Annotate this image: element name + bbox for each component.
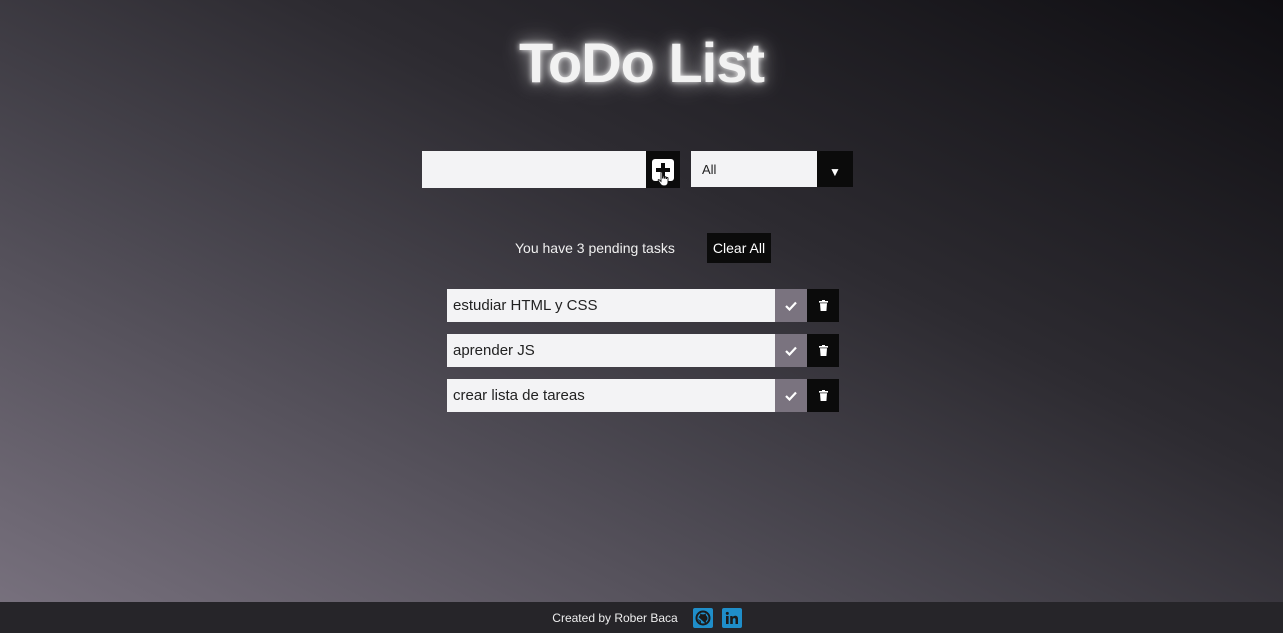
footer: Created by Rober Baca xyxy=(0,602,1283,633)
pending-count-text: You have 3 pending tasks xyxy=(515,240,675,256)
complete-button[interactable] xyxy=(775,334,807,367)
todo-item-text: aprender JS xyxy=(447,334,775,367)
pending-status-row: You have 3 pending tasks Clear All xyxy=(0,233,1283,263)
chevron-down-icon[interactable]: ▼ xyxy=(817,151,853,187)
check-icon xyxy=(785,391,797,401)
linkedin-icon[interactable] xyxy=(721,607,742,628)
trash-icon xyxy=(818,345,828,356)
add-todo-form xyxy=(422,151,680,188)
filter-select[interactable]: All ▼ xyxy=(691,151,853,187)
linkedin-icon xyxy=(725,611,738,624)
clear-all-button[interactable]: Clear All xyxy=(707,233,771,263)
complete-button[interactable] xyxy=(775,289,807,322)
delete-button[interactable] xyxy=(807,334,839,367)
hand-cursor-icon xyxy=(657,171,669,187)
github-icon xyxy=(695,610,711,625)
delete-button[interactable] xyxy=(807,289,839,322)
footer-credit: Created by Rober Baca xyxy=(552,610,678,625)
delete-button[interactable] xyxy=(807,379,839,412)
add-button[interactable] xyxy=(646,151,680,188)
todo-list: estudiar HTML y CSS aprender JS crear li… xyxy=(447,289,839,424)
todo-item: estudiar HTML y CSS xyxy=(447,289,839,322)
check-icon xyxy=(785,346,797,356)
todo-item-text: crear lista de tareas xyxy=(447,379,775,412)
todo-item: aprender JS xyxy=(447,334,839,367)
trash-icon xyxy=(818,300,828,311)
todo-input[interactable] xyxy=(422,151,646,188)
app-title: ToDo List xyxy=(518,31,765,94)
check-icon xyxy=(785,301,797,311)
trash-icon xyxy=(818,390,828,401)
filter-selected-value[interactable]: All xyxy=(691,151,817,187)
todo-item-text: estudiar HTML y CSS xyxy=(447,289,775,322)
todo-item: crear lista de tareas xyxy=(447,379,839,412)
complete-button[interactable] xyxy=(775,379,807,412)
github-icon[interactable] xyxy=(692,607,713,628)
